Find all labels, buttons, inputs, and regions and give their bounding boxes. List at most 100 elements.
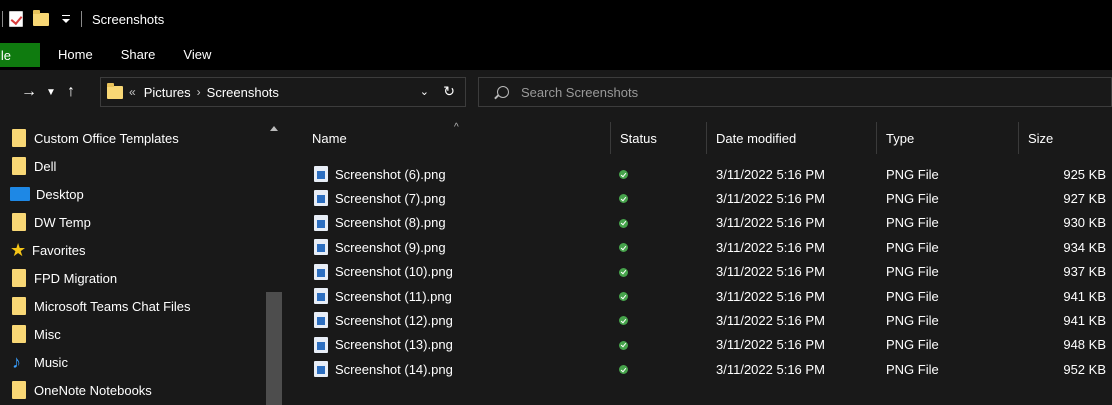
png-file-icon (314, 166, 328, 182)
tab-share[interactable]: Share (107, 47, 170, 62)
table-row[interactable]: Screenshot (7).png 3/11/2022 5:16 PM PNG… (286, 186, 1112, 210)
title-divider (2, 11, 3, 27)
breadcrumb-pictures[interactable]: Pictures (144, 85, 191, 100)
folder-icon (12, 129, 26, 147)
title-divider (81, 11, 82, 27)
search-icon (497, 86, 509, 98)
table-row[interactable]: Screenshot (10).png 3/11/2022 5:16 PM PN… (286, 260, 1112, 284)
file-type: PNG File (886, 312, 939, 328)
music-note-icon: ♪ (12, 352, 21, 372)
nav-item-custom-office-templates[interactable]: Custom Office Templates (0, 124, 264, 152)
nav-item-music[interactable]: ♪ Music (0, 348, 264, 376)
tab-file[interactable]: File (0, 43, 40, 67)
table-row[interactable]: Screenshot (13).png 3/11/2022 5:16 PM PN… (286, 333, 1112, 357)
address-bar[interactable]: « Pictures › Screenshots ⌄ ↻ (100, 77, 466, 107)
file-type: PNG File (886, 288, 939, 304)
file-name: Screenshot (13).png (335, 337, 453, 353)
table-row[interactable]: Screenshot (12).png 3/11/2022 5:16 PM PN… (286, 308, 1112, 332)
table-row[interactable]: Screenshot (14).png 3/11/2022 5:16 PM PN… (286, 357, 1112, 381)
table-row[interactable]: Screenshot (11).png 3/11/2022 5:16 PM PN… (286, 284, 1112, 308)
column-header-date-modified[interactable]: Date modified (716, 120, 870, 156)
file-type: PNG File (886, 215, 939, 231)
column-header-row: ^ Name Status Date modified Type Size (286, 120, 1112, 156)
sync-status-icon (619, 365, 628, 375)
scrollbar-thumb[interactable] (266, 292, 282, 405)
table-row[interactable]: Screenshot (8).png 3/11/2022 5:16 PM PNG… (286, 211, 1112, 235)
column-divider[interactable] (1018, 122, 1019, 154)
column-header-name[interactable]: Name (312, 120, 608, 156)
address-dropdown-icon[interactable]: ⌄ (420, 85, 429, 98)
folder-icon (12, 269, 26, 287)
png-file-icon (314, 214, 328, 231)
nav-item-label: Microsoft Teams Chat Files (34, 298, 191, 314)
column-divider[interactable] (706, 122, 707, 154)
sync-status-icon (619, 267, 628, 277)
nav-item-label: Dell (34, 158, 57, 174)
file-name: Screenshot (6).png (335, 166, 446, 182)
search-box[interactable] (478, 77, 1112, 107)
file-date-modified: 3/11/2022 5:16 PM (716, 166, 825, 182)
file-date-modified: 3/11/2022 5:16 PM (716, 239, 825, 255)
nav-item-favorites[interactable]: ★ Favorites (0, 236, 264, 264)
breadcrumb-chevron-icon[interactable]: › (197, 85, 201, 99)
nav-item-dw-temp[interactable]: DW Temp (0, 208, 264, 236)
nav-item-fpd-migration[interactable]: FPD Migration (0, 264, 264, 292)
breadcrumb-screenshots[interactable]: Screenshots (207, 85, 279, 100)
tab-home[interactable]: Home (44, 47, 107, 62)
nav-item-dell[interactable]: Dell (0, 152, 264, 180)
properties-icon[interactable] (9, 11, 23, 27)
scroll-up-icon[interactable] (270, 126, 278, 131)
breadcrumb-overflow[interactable]: « (129, 85, 136, 99)
search-input[interactable] (521, 84, 1081, 100)
nav-item-misc[interactable]: Misc (0, 320, 264, 348)
nav-item-label: DW Temp (34, 214, 91, 230)
file-name: Screenshot (7).png (335, 190, 446, 206)
column-divider[interactable] (876, 122, 877, 154)
file-type: PNG File (886, 166, 939, 182)
customize-quick-access-icon[interactable] (59, 12, 73, 26)
column-header-type[interactable]: Type (886, 120, 1016, 156)
nav-item-microsoft-teams-chat-files[interactable]: Microsoft Teams Chat Files (0, 292, 264, 320)
file-size: 934 KB (1063, 239, 1106, 255)
tab-view[interactable]: View (169, 47, 225, 62)
file-size: 925 KB (1063, 166, 1106, 182)
file-date-modified: 3/11/2022 5:16 PM (716, 264, 825, 280)
file-list: ^ Name Status Date modified Type Size Sc… (286, 114, 1112, 405)
navigation-scrollbar[interactable] (264, 120, 284, 405)
nav-item-label: Custom Office Templates (34, 130, 179, 146)
sync-status-icon (619, 316, 628, 326)
new-folder-icon[interactable] (33, 9, 49, 26)
nav-item-desktop[interactable]: Desktop (0, 180, 264, 208)
file-size: 927 KB (1063, 190, 1106, 206)
forward-arrow-icon[interactable]: → (16, 79, 42, 105)
file-date-modified: 3/11/2022 5:16 PM (716, 190, 825, 206)
file-size: 930 KB (1063, 215, 1106, 231)
sync-status-icon (619, 194, 628, 204)
title-bar: Screenshots (0, 0, 1112, 38)
column-header-status[interactable]: Status (620, 120, 704, 156)
nav-item-onenote-notebooks[interactable]: OneNote Notebooks (0, 376, 264, 404)
file-date-modified: 3/11/2022 5:16 PM (716, 337, 825, 353)
png-file-icon (314, 190, 328, 207)
refresh-icon[interactable]: ↻ (443, 83, 455, 100)
star-icon: ★ (10, 240, 27, 260)
table-row[interactable]: Screenshot (6).png 3/11/2022 5:16 PM PNG… (286, 162, 1112, 186)
column-header-size[interactable]: Size (1028, 120, 1112, 156)
png-file-icon (314, 288, 328, 304)
nav-item-label: Desktop (36, 186, 84, 202)
recent-locations-chevron-icon[interactable]: ▼ (42, 79, 60, 105)
address-toolbar: → ▼ ↑ « Pictures › Screenshots ⌄ ↻ (0, 70, 1112, 114)
file-type: PNG File (886, 337, 939, 353)
column-divider[interactable] (610, 122, 611, 154)
file-date-modified: 3/11/2022 5:16 PM (716, 361, 825, 377)
file-size: 948 KB (1063, 337, 1106, 353)
file-name: Screenshot (10).png (335, 264, 453, 280)
sync-status-icon (619, 243, 628, 253)
nav-item-label: Misc (34, 326, 61, 342)
file-date-modified: 3/11/2022 5:16 PM (716, 288, 825, 304)
window-title: Screenshots (92, 11, 165, 27)
up-arrow-icon[interactable]: ↑ (60, 79, 82, 105)
file-name: Screenshot (8).png (335, 215, 446, 231)
sync-status-icon (619, 218, 628, 228)
table-row[interactable]: Screenshot (9).png 3/11/2022 5:16 PM PNG… (286, 235, 1112, 259)
